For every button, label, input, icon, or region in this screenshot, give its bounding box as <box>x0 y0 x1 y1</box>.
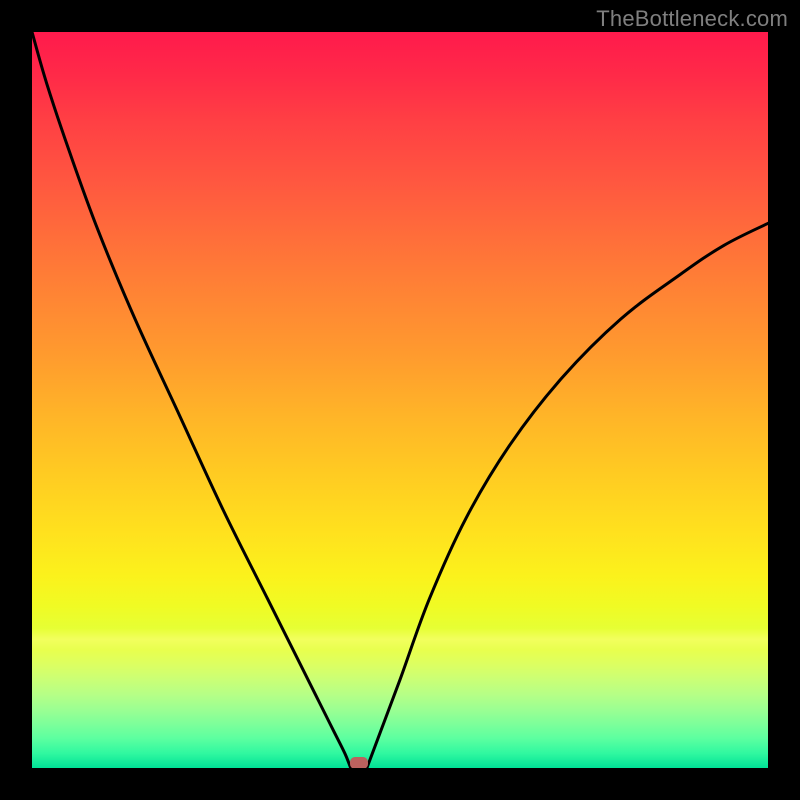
bottleneck-curve <box>32 32 768 768</box>
curve-right-branch <box>367 223 768 768</box>
watermark-label: TheBottleneck.com <box>596 6 788 32</box>
plot-area <box>32 32 768 768</box>
chart-outer-frame: TheBottleneck.com <box>0 0 800 800</box>
minimum-marker <box>350 757 368 768</box>
curve-left-branch <box>32 32 351 768</box>
